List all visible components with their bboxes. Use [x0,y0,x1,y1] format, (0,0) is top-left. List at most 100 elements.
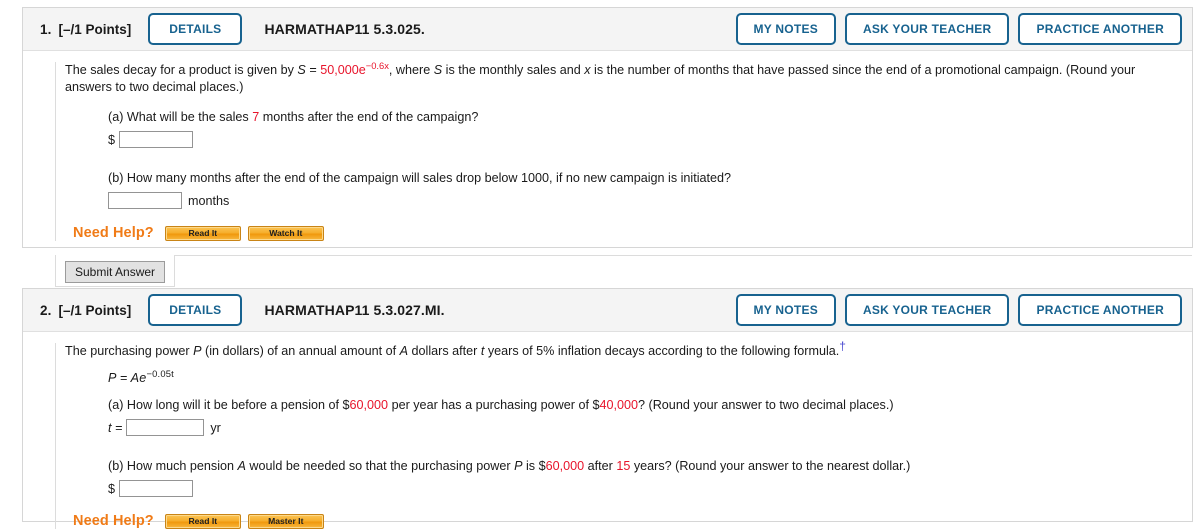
question-2-header: 2. [–/1 Points] DETAILS HARMATHAP11 5.3.… [23,289,1192,332]
question-1-content: The sales decay for a product is given b… [55,59,1192,241]
prompt-exponent: −0.6x [365,59,389,71]
part-b-label: (b) [108,171,124,185]
q2-part-b-highlight-2: 15 [616,459,631,473]
question-2-body: The purchasing power P (in dollars) of a… [23,332,1192,529]
prompt-symbol-x: x [584,63,591,77]
submit-box-1: Submit Answer [55,255,175,287]
read-it-button-1[interactable]: Read It [164,225,241,241]
part-b-unit-label: months [188,193,230,208]
q2-part-a-answer-input[interactable] [126,419,205,436]
part-a-dollar-sign: $ [108,132,116,147]
question-2-part-b: (b) How much pension A would be needed s… [108,458,1192,475]
q2-part-b-seg4: years? (Round your answer to the nearest… [633,459,911,473]
prompt-symbol-S: S [433,63,443,77]
q2-part-b-seg1b: would be needed so that the purchasing p… [249,459,511,473]
q2-part-a-highlight-2: 40,000 [599,398,639,412]
q2-part-b-label: (b) [108,459,124,473]
question-1-points: [–/1 Points] [58,21,132,37]
q2-part-a-unit-label: yr [210,420,221,435]
question-2-header-actions: MY NOTES ASK YOUR TEACHER PRACTICE ANOTH… [735,294,1182,326]
question-2-points: [–/1 Points] [58,302,132,318]
question-1-number: 1. [40,21,52,37]
q2-part-a-seg2: per year has a purchasing power of $ [391,398,600,412]
need-help-label-1: Need Help? [73,225,154,241]
watch-it-button-1[interactable]: Watch It [247,225,324,241]
prompt-after-formula: , where [388,63,431,77]
question-1-part-a: (a) What will be the sales 7 months afte… [108,109,1192,126]
question-2-part-a: (a) How long will it be before a pension… [108,397,1192,414]
details-button-2[interactable]: DETAILS [148,294,243,326]
part-a-text-after: months after the end of the campaign? [262,110,479,124]
question-2-need-help: Need Help? Read It Master It [73,513,1192,529]
ask-your-teacher-button-1[interactable]: ASK YOUR TEACHER [844,13,1010,45]
q2-part-b-var-P: P [514,459,523,473]
part-a-highlight: 7 [252,110,260,124]
my-notes-button-2[interactable]: MY NOTES [735,294,836,326]
part-b-text-before: How many months after the end of the cam… [126,171,732,185]
question-1-part-a-answer: $ [108,131,1192,148]
question-1-submit-area: Submit Answer [23,255,1192,288]
question-1-part-b-answer: months [108,192,1192,209]
q2-prompt-s1: The purchasing power [65,344,190,358]
prompt-eq: = [309,63,317,77]
footnote-dagger-icon[interactable]: † [839,339,846,353]
q2-part-b-dollar-sign: $ [108,481,116,496]
q2-var-t: t [480,344,485,358]
question-2-prompt: The purchasing power P (in dollars) of a… [65,340,1192,360]
question-1-header: 1. [–/1 Points] DETAILS HARMATHAP11 5.3.… [23,8,1192,51]
q2-part-b-var-A: A [237,459,246,473]
question-2-part-a-answer: t = yr [108,419,1192,436]
q2-part-b-answer-input[interactable] [119,480,194,497]
q2-prompt-s4: years of 5% inflation decays according t… [487,344,840,358]
part-a-text-before: What will be the sales [126,110,249,124]
need-help-label-2: Need Help? [73,513,154,529]
part-a-answer-input[interactable] [119,131,194,148]
q2-formula-rhs: Ae [130,371,147,385]
question-block-1: 1. [–/1 Points] DETAILS HARMATHAP11 5.3.… [22,7,1193,287]
submit-divider-1 [55,255,1192,256]
part-a-label: (a) [108,110,124,124]
prompt-lead: The sales decay for a product is given b… [65,63,294,77]
q2-part-a-prefix: t = [108,420,123,435]
my-notes-button-1[interactable]: MY NOTES [735,13,836,45]
ask-your-teacher-button-2[interactable]: ASK YOUR TEACHER [844,294,1010,326]
q2-part-b-seg1: How much pension [126,459,235,473]
question-2-title: HARMATHAP11 5.3.027.MI. [264,302,445,318]
q2-formula-lhs: P [108,371,117,385]
prompt-mid: is the monthly sales and [445,63,581,77]
practice-another-button-2[interactable]: PRACTICE ANOTHER [1018,294,1182,326]
submit-answer-button-1[interactable]: Submit Answer [65,261,166,283]
q2-part-a-label: (a) [108,398,124,412]
q2-part-b-seg2: is $ [525,459,546,473]
question-1-need-help: Need Help? Read It Watch It [73,225,1192,241]
question-1-title: HARMATHAP11 5.3.025. [264,21,425,37]
q2-part-b-highlight-1: 60,000 [545,459,585,473]
q2-prompt-s3: dollars after [411,344,478,358]
q2-var-A: A [399,344,409,358]
q2-part-a-seg3: ? (Round your answer to two decimal plac… [638,398,894,412]
master-it-button-2[interactable]: Master It [247,513,324,529]
question-2-content: The purchasing power P (in dollars) of a… [55,340,1192,529]
part-b-answer-input[interactable] [108,192,182,209]
read-it-button-2[interactable]: Read It [164,513,241,529]
assignment-page: 1. [–/1 Points] DETAILS HARMATHAP11 5.3.… [0,0,1200,529]
question-2-formula: P = Ae−0.05t [108,367,1192,385]
q2-formula-exponent: −0.05t [146,367,174,379]
q2-var-P: P [193,344,202,358]
q2-part-a-highlight-1: 60,000 [349,398,389,412]
practice-another-button-1[interactable]: PRACTICE ANOTHER [1018,13,1182,45]
prompt-coefficient: 50,000e [320,63,366,77]
q2-prompt-s2: (in dollars) of an annual amount of [205,344,397,358]
question-block-2: 2. [–/1 Points] DETAILS HARMATHAP11 5.3.… [22,288,1193,529]
details-button-1[interactable]: DETAILS [148,13,243,45]
q2-part-b-seg3: after [587,459,613,473]
question-2-part-b-answer: $ [108,480,1192,497]
question-1-prompt: The sales decay for a product is given b… [65,59,1192,96]
q2-part-a-seg1: How long will it be before a pension of … [126,398,350,412]
question-1-part-b: (b) How many months after the end of the… [108,170,1192,187]
question-2-number: 2. [40,302,52,318]
q2-formula-eq: = [119,371,128,385]
question-1-body: The sales decay for a product is given b… [23,51,1192,288]
prompt-var-S: S [297,63,306,77]
question-1-header-actions: MY NOTES ASK YOUR TEACHER PRACTICE ANOTH… [735,13,1182,45]
